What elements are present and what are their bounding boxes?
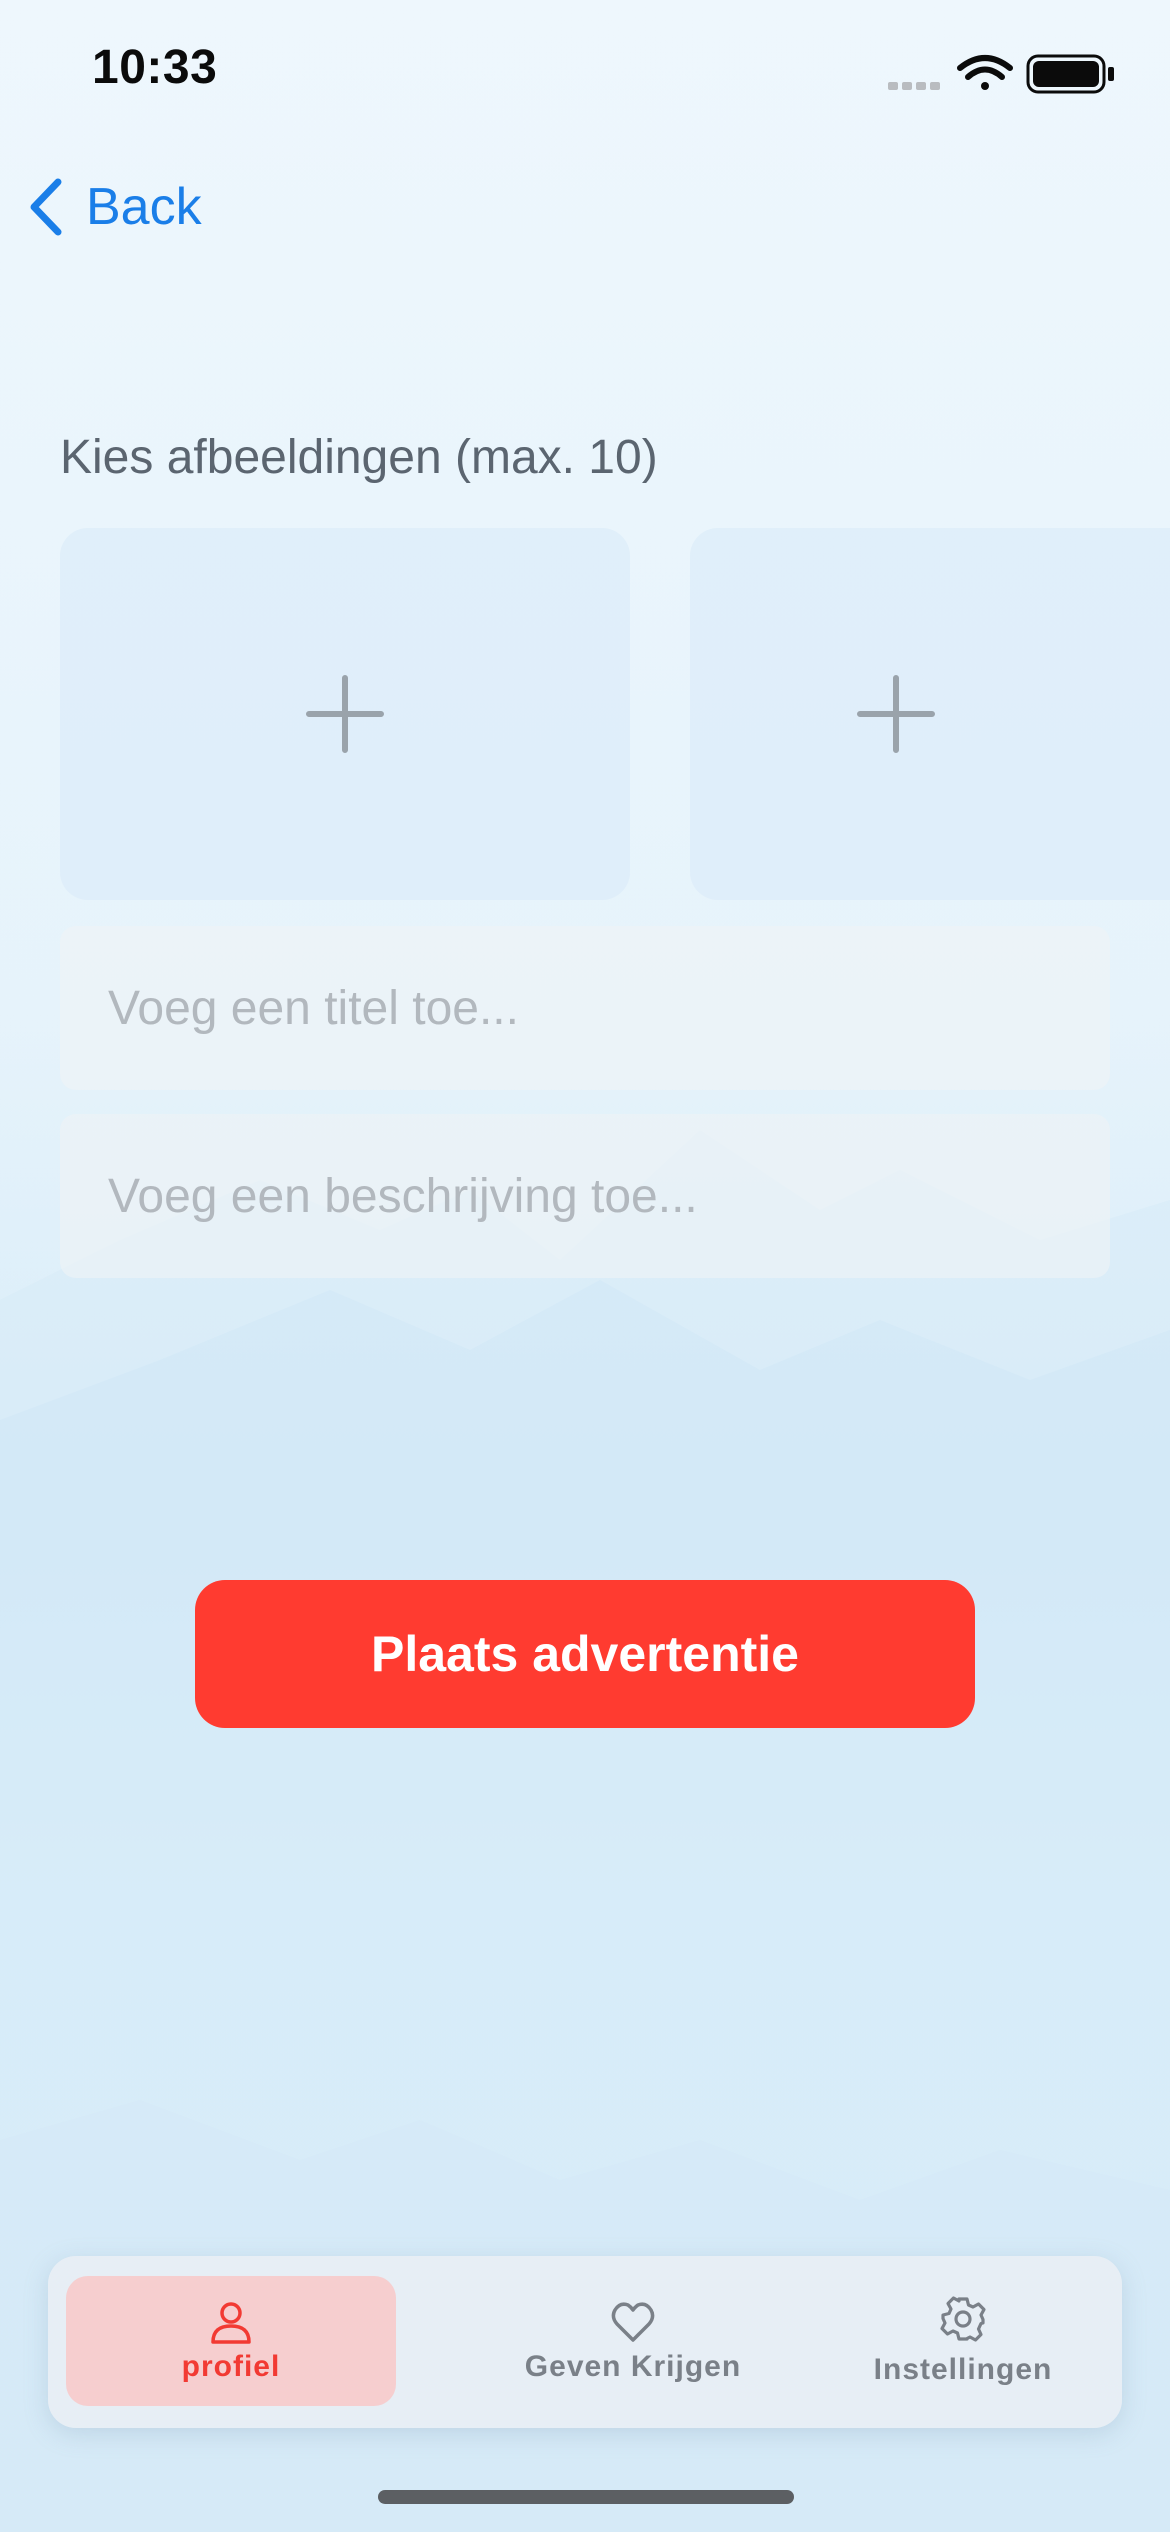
- person-icon: [211, 2302, 251, 2344]
- signal-icon: [888, 82, 940, 90]
- title-placeholder: Voeg een titel toe...: [108, 981, 519, 1035]
- tab-instellingen[interactable]: Instellingen: [818, 2276, 1108, 2406]
- add-image-slot-1[interactable]: [60, 528, 630, 900]
- battery-icon: [1026, 54, 1114, 94]
- wifi-icon: [957, 55, 1013, 90]
- description-placeholder: Voeg een beschrijving toe...: [108, 1169, 698, 1223]
- status-time: 10:33: [92, 41, 218, 94]
- plus-icon: [306, 675, 384, 753]
- place-ad-button[interactable]: Plaats advertentie: [195, 1580, 975, 1728]
- back-label: Back: [86, 178, 202, 236]
- plus-icon: [857, 675, 935, 753]
- tab-profiel-label: profiel: [181, 2350, 281, 2383]
- tab-geven-krijgen-label: Geven Krijgen: [524, 2350, 742, 2383]
- add-image-slot-2[interactable]: [690, 528, 1170, 900]
- tab-profiel[interactable]: profiel: [66, 2276, 396, 2406]
- description-input[interactable]: Voeg een beschrijving toe...: [60, 1114, 1110, 1278]
- title-input[interactable]: Voeg een titel toe...: [60, 926, 1110, 1090]
- tab-instellingen-label: Instellingen: [873, 2353, 1053, 2386]
- images-label: Kies afbeeldingen (max. 10): [60, 431, 658, 484]
- tab-bar: profiel Geven Krijgen Instellingen: [48, 2256, 1122, 2428]
- home-indicator: [378, 2490, 794, 2504]
- tab-geven-krijgen[interactable]: Geven Krijgen: [448, 2276, 818, 2406]
- heart-icon: [611, 2302, 655, 2342]
- gear-icon: [940, 2296, 986, 2342]
- back-button[interactable]: Back: [24, 172, 202, 242]
- chevron-left-icon: [30, 178, 62, 236]
- status-icons: [888, 54, 1114, 94]
